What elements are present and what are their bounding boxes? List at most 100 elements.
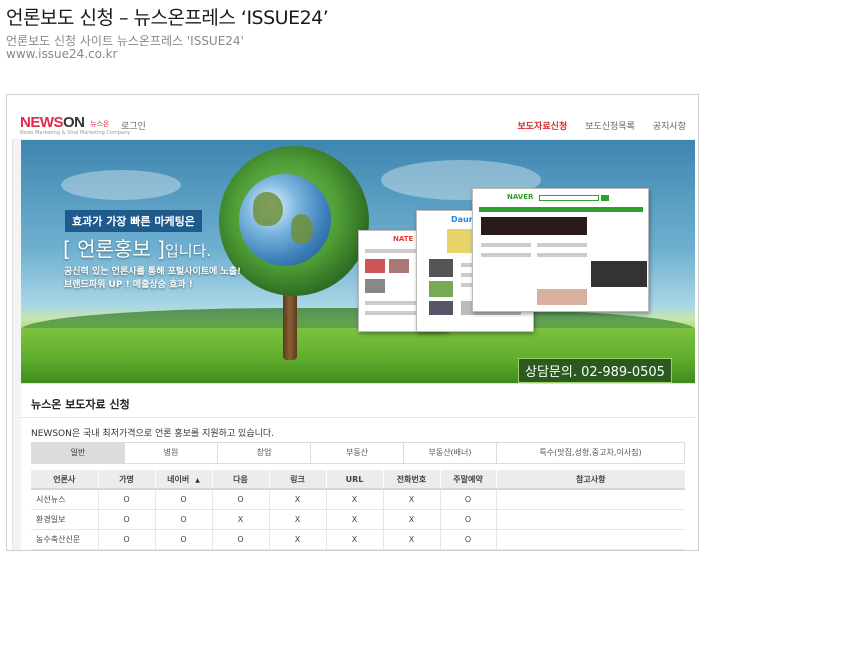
mock-image	[429, 259, 453, 277]
site-logo[interactable]: NEWSON 뉴스온 News Marketing & Viral Market…	[20, 114, 130, 136]
logo-korean: 뉴스온	[90, 120, 110, 128]
cell-weekend: O	[440, 529, 497, 550]
mock-search-button	[601, 195, 609, 201]
media-table: 언론사 가명 네이버 ▲ 다음 링크 URL 전화번호 주말예약 참고사항 시선뉴…	[31, 470, 685, 550]
mock-banner	[481, 217, 587, 235]
hero-badge: 효과가 가장 빠른 마케팅은	[65, 210, 202, 232]
mock-image	[537, 289, 587, 305]
cell-link: X	[269, 529, 327, 550]
tab-hospital[interactable]: 병원	[125, 443, 218, 463]
mock-line	[481, 243, 531, 247]
sort-up-icon[interactable]: ▲	[195, 477, 200, 484]
cell-daum: O	[212, 529, 270, 550]
cell-alias: O	[98, 509, 156, 530]
section-title: 뉴스온 보도자료 신청	[31, 398, 130, 411]
page-url: www.issue24.co.kr	[6, 47, 118, 61]
media-name: 시선뉴스	[31, 489, 99, 510]
globe-icon	[239, 174, 331, 266]
cell-notes	[496, 489, 685, 510]
tab-startup[interactable]: 창업	[218, 443, 311, 463]
cell-notes	[496, 529, 685, 550]
request-section: 뉴스온 보도자료 신청 NEWSON은 국내 최저가격으로 언론 홍보를 지원하…	[21, 383, 695, 550]
cell-naver: O	[155, 509, 213, 530]
col-phone[interactable]: 전화번호	[383, 470, 441, 490]
mock-image	[429, 281, 453, 297]
mock-search-bar	[539, 195, 599, 201]
cell-notes	[496, 509, 685, 530]
col-alias[interactable]: 가명	[98, 470, 156, 490]
cell-alias: O	[98, 489, 156, 510]
tab-real-estate[interactable]: 부동산	[311, 443, 404, 463]
cell-weekend: O	[440, 509, 497, 530]
page-title: 언론보도 신청 – 뉴스온프레스 ‘ISSUE24’	[6, 7, 329, 29]
nate-logo: NATE	[393, 235, 414, 243]
cell-phone: X	[383, 509, 441, 530]
logo-wordmark: NEWSON	[20, 114, 85, 131]
site-screenshot-frame: NEWSON 뉴스온 News Marketing & Viral Market…	[6, 94, 699, 551]
col-naver-label: 네이버	[167, 474, 190, 484]
col-media[interactable]: 언론사	[31, 470, 99, 490]
table-header-row: 언론사 가명 네이버 ▲ 다음 링크 URL 전화번호 주말예약 참고사항	[31, 470, 685, 490]
cell-naver: O	[155, 489, 213, 510]
mock-line	[481, 253, 531, 257]
col-link[interactable]: 링크	[269, 470, 327, 490]
main-nav: 보도자료신청 보도신청목록 공지사항	[518, 119, 687, 132]
naver-logo: NAVER	[507, 193, 534, 201]
table-row[interactable]: 농수축산신문 O O O X X X O	[31, 529, 685, 550]
naver-screenshot: NAVER	[472, 188, 649, 312]
tab-general[interactable]: 일반	[32, 443, 125, 463]
section-description: NEWSON은 국내 최저가격으로 언론 홍보를 지원하고 있습니다.	[31, 429, 275, 439]
cell-link: X	[269, 489, 327, 510]
mock-image	[389, 259, 409, 273]
cell-url: X	[326, 489, 384, 510]
hero-headline-main: [ 언론홍보 ]	[63, 237, 165, 261]
mock-line	[537, 243, 587, 247]
logo-on: ON	[63, 114, 85, 131]
hero-line-1: 공신력 있는 언론사를 통해 포털사이트에 노출!	[64, 267, 242, 277]
mock-image	[365, 279, 385, 293]
mock-line	[537, 253, 587, 257]
media-name: 농수축산신문	[31, 529, 99, 550]
mock-image	[365, 259, 385, 273]
contact-phone[interactable]: 상담문의. 02-989-0505	[518, 358, 672, 383]
logo-tagline: News Marketing & Viral Marketing Company	[20, 130, 131, 136]
login-link[interactable]: 로그인	[121, 119, 146, 132]
mock-ad	[591, 261, 647, 287]
hero-line-2: 브랜드파워 UP ! 매출상승 효과 !	[64, 280, 193, 290]
col-weekend[interactable]: 주말예약	[440, 470, 497, 490]
col-daum[interactable]: 다음	[212, 470, 270, 490]
hero-headline: [ 언론홍보 ]입니다.	[63, 233, 211, 262]
nav-press-release-request[interactable]: 보도자료신청	[518, 119, 568, 132]
cell-link: X	[269, 509, 327, 530]
cell-phone: X	[383, 489, 441, 510]
col-notes[interactable]: 참고사항	[496, 470, 685, 490]
site-header: NEWSON 뉴스온 News Marketing & Viral Market…	[7, 95, 698, 139]
globe-land	[253, 192, 283, 226]
cell-weekend: O	[440, 489, 497, 510]
tab-special[interactable]: 특수(맛집,성형,중고차,이사짐)	[497, 443, 684, 463]
globe-land	[291, 214, 313, 244]
cell-alias: O	[98, 529, 156, 550]
media-name: 환경일보	[31, 509, 99, 530]
table-row[interactable]: 환경일보 O O X X X X O	[31, 509, 685, 530]
cell-naver: O	[155, 529, 213, 550]
table-row[interactable]: 시선뉴스 O O O X X X O	[31, 489, 685, 510]
section-divider	[21, 417, 695, 418]
content-area: 효과가 가장 빠른 마케팅은 [ 언론홍보 ]입니다. 공신력 있는 언론사를 …	[12, 139, 695, 550]
cell-daum: O	[212, 489, 270, 510]
nav-notice[interactable]: 공지사항	[653, 119, 686, 132]
nav-request-list[interactable]: 보도신청목록	[585, 119, 635, 132]
cell-url: X	[326, 509, 384, 530]
category-tabs: 일반 병원 창업 부동산 부동산(배너) 특수(맛집,성형,중고차,이사짐)	[31, 442, 685, 464]
mock-image	[429, 301, 453, 315]
cell-url: X	[326, 529, 384, 550]
cloud-decoration	[61, 170, 181, 200]
col-naver[interactable]: 네이버 ▲	[155, 470, 213, 490]
tree-trunk	[283, 290, 297, 360]
tab-real-estate-banner[interactable]: 부동산(배너)	[404, 443, 497, 463]
logo-news: NEWS	[20, 114, 64, 131]
hero-banner: 효과가 가장 빠른 마케팅은 [ 언론홍보 ]입니다. 공신력 있는 언론사를 …	[21, 140, 695, 383]
col-url[interactable]: URL	[326, 470, 384, 490]
mock-menu-bar	[479, 207, 643, 212]
cell-phone: X	[383, 529, 441, 550]
